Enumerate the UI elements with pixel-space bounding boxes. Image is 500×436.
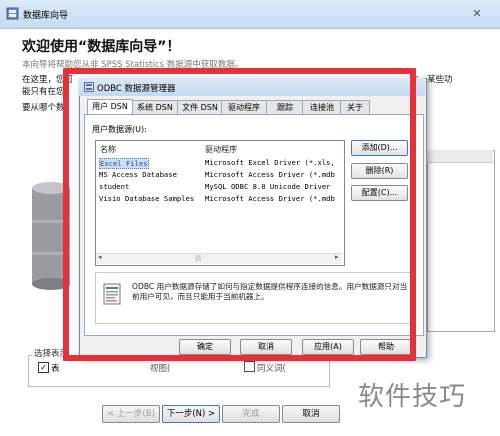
close-icon[interactable]: ✕ (468, 7, 486, 21)
tables-checkbox-label: 表 (51, 364, 60, 374)
next-button[interactable]: 下一步(N) > (162, 405, 220, 423)
watermark-text: 软件技巧 (358, 382, 467, 412)
background-source-list (427, 150, 495, 332)
wizard-title-bar (0, 0, 500, 29)
synonyms-checkbox[interactable] (244, 361, 255, 372)
wizard-title: 数据库向导 (23, 11, 69, 21)
wizard-heading: 欢迎使用“数据库向导”！ (22, 39, 181, 55)
finish-button[interactable]: 完成 (222, 405, 280, 423)
wizard-cancel-button[interactable]: 取消 (282, 405, 340, 423)
synonyms-option-label: 同义词( (257, 364, 286, 374)
database-wizard-icon (6, 7, 19, 20)
background-list-header (427, 150, 493, 163)
tables-checkbox[interactable]: ✓ (38, 362, 49, 373)
wizard-body-text-2: 能只有在您 (22, 87, 65, 97)
wizard-question-text: 要从哪个数 (22, 103, 65, 113)
views-option-label[interactable]: 视图( (150, 362, 170, 374)
highlight-frame (63, 68, 416, 361)
previous-button[interactable]: < 上一步(B) (102, 405, 160, 423)
